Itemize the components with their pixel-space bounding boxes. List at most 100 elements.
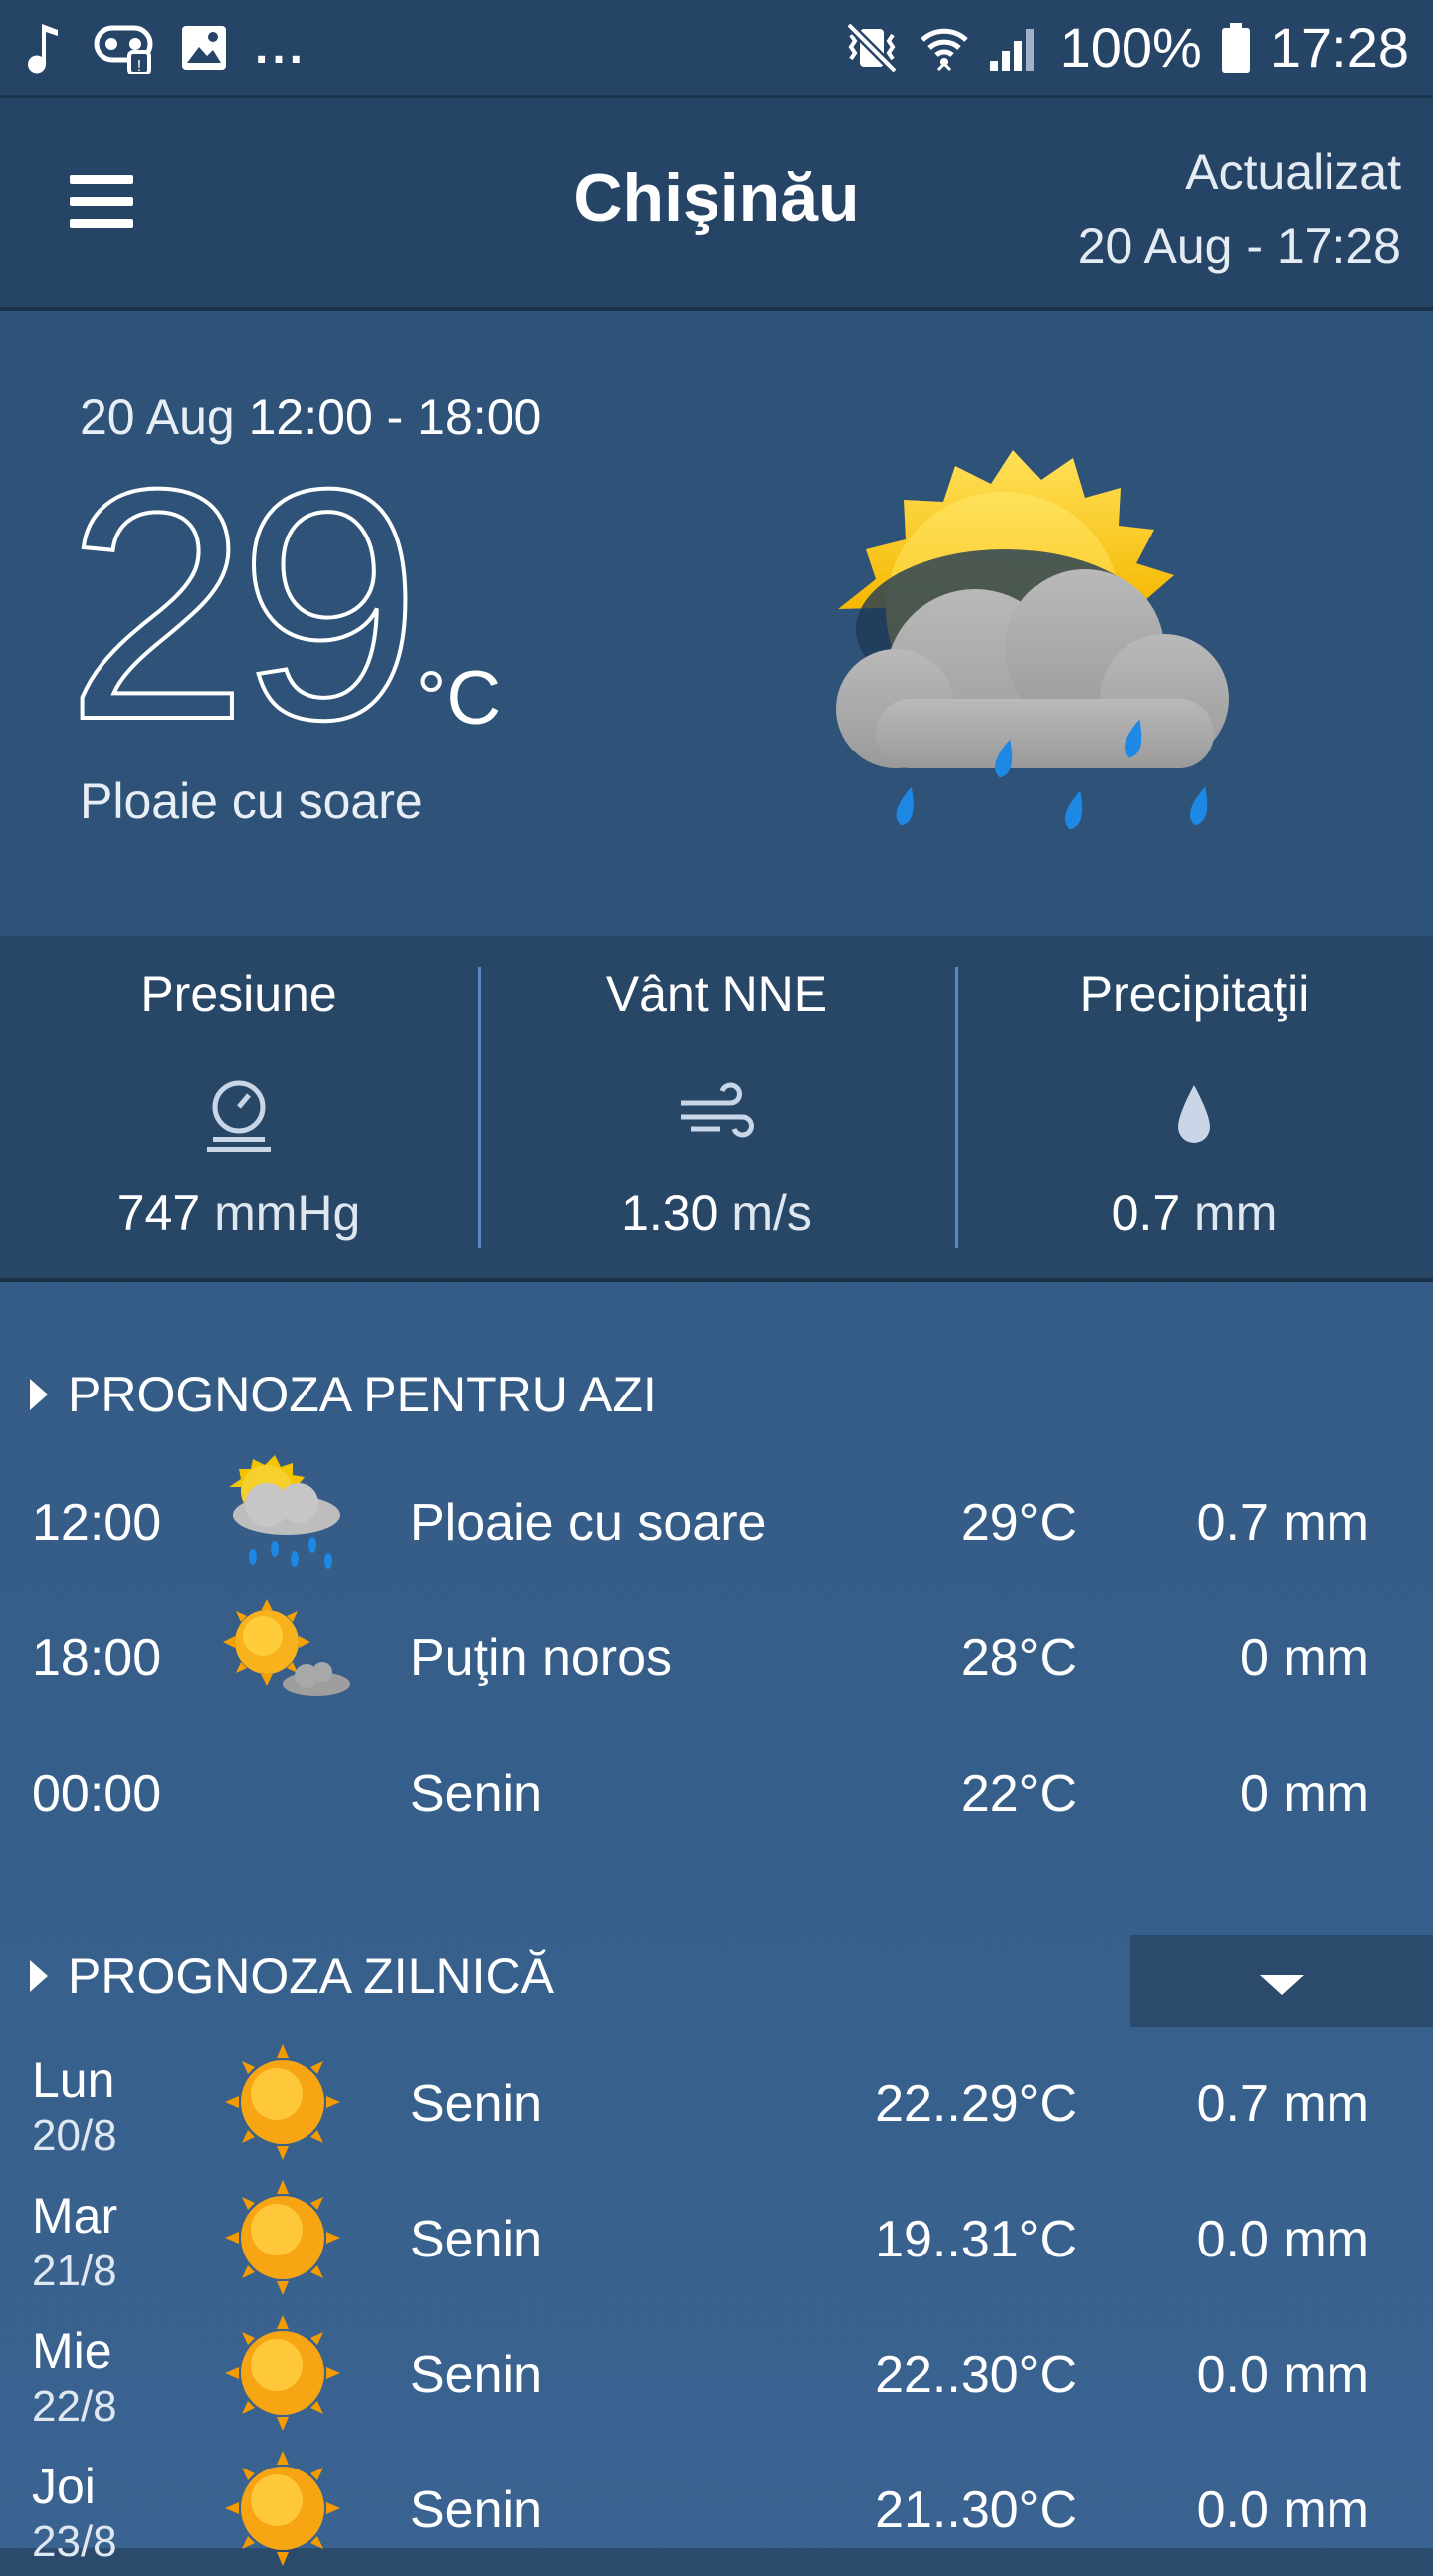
status-bar-right: 100% 17:28 [843,15,1409,80]
day-date: 20/8 [32,2111,117,2160]
app-bar: Chişinău Actualizat 20 Aug - 17:28 [0,98,1433,311]
day-date: 22/8 [32,2382,117,2431]
hour-temperature: 29°C [960,1494,1077,1552]
day-temperature: 22..30°C [875,2346,1077,2404]
stat-label: Precipitaţii [1079,966,1310,1022]
precip-value: 0.7 [1111,1185,1181,1241]
status-bar-left: ! ... [24,20,307,76]
hourly-row[interactable]: 18:00 Puţin noros 28°C 0 mm [0,1589,1433,1724]
sun-cloud-rain-icon [229,1455,340,1569]
day-name: Joi [32,2459,96,2514]
stat-value: 1.30 m/s [478,1184,955,1242]
day-description: Senin [410,2481,542,2539]
section-daily-title: PROGNOZA ZILNICĂ [68,1948,554,2004]
hour-description: Senin [410,1765,542,1823]
daily-row[interactable]: Mie 22/8 Senin 22..30°C 0.0 mm [0,2305,1433,2441]
hour-precipitation: 0 mm [1240,1629,1369,1687]
day-description: Senin [410,2075,542,2133]
weather-stats: Presiune 747 mmHg Vânt NNE 1.30 m/s Prec… [0,936,1433,1282]
day-name: Mar [32,2188,118,2244]
current-temperature: 29 [64,420,423,787]
hour-description: Puţin noros [410,1629,673,1687]
stat-wind: Vânt NNE 1.30 m/s [478,936,955,1278]
hour-time: 00:00 [32,1765,162,1823]
day-description: Senin [410,2346,542,2404]
hour-temperature: 22°C [960,1765,1077,1823]
hour-temperature: 28°C [960,1629,1077,1687]
stat-value: 0.7 mm [955,1184,1433,1242]
sun-icon [225,2315,340,2431]
signal-icon [989,28,1034,71]
battery-icon [1221,22,1250,73]
hour-time: 12:00 [32,1494,162,1552]
pressure-unit: mmHg [214,1185,361,1241]
temperature-unit: °C [416,656,502,741]
updated-label: Actualizat [1185,144,1401,200]
expand-triangle-icon [30,1379,48,1410]
sun-icon [225,2044,340,2160]
image-icon [182,25,226,70]
more-notifications: ... [255,21,307,74]
day-temperature: 19..31°C [875,2211,1077,2268]
day-precipitation: 0.0 mm [1196,2481,1369,2539]
stat-label: Vânt NNE [605,966,828,1022]
collapse-daily-button[interactable] [1130,1935,1433,2027]
section-daily-header[interactable]: PROGNOZA ZILNICĂ [30,1947,554,2005]
drop-icon [1178,1085,1210,1143]
hourly-row[interactable]: 12:00 Ploaie cu soare 29°C 0.7 mm [0,1453,1433,1589]
stat-precipitation: Precipitaţii 0.7 mm [955,936,1433,1278]
status-bar: ! ... 100% 17:28 [0,0,1433,98]
day-name: Mie [32,2323,112,2379]
chevron-down-icon [1260,1975,1304,1995]
day-date: 23/8 [32,2517,117,2566]
daily-row[interactable]: Lun 20/8 Senin 22..29°C 0.7 mm [0,2035,1433,2170]
hourly-row[interactable]: 00:00 Senin 22°C 0 mm [0,1724,1433,1859]
section-today-header[interactable]: PROGNOZA PENTRU AZI [30,1366,657,1423]
daily-row[interactable]: Mar 21/8 Senin 19..31°C 0.0 mm [0,2170,1433,2305]
sun-icon [225,2180,340,2295]
hour-description: Ploaie cu soare [410,1494,767,1552]
music-note-icon [28,23,58,73]
daily-row[interactable]: Joi 23/8 Senin 21..30°C 0.0 mm [0,2441,1433,2576]
day-precipitation: 0.7 mm [1196,2075,1369,2133]
section-today-title: PROGNOZA PENTRU AZI [68,1367,657,1422]
day-cell: Joi 23/8 [32,2459,117,2570]
day-name: Lun [32,2052,115,2108]
day-temperature: 22..29°C [875,2075,1077,2133]
pressure-value: 747 [116,1185,201,1241]
expand-triangle-icon [30,1960,48,1992]
wifi-icon [920,28,968,71]
pressure-gauge-icon [207,1080,271,1152]
precip-unit: mm [1194,1185,1278,1241]
day-description: Senin [410,2211,542,2268]
last-updated: Actualizat 20 Aug - 17:28 [1078,135,1401,283]
day-cell: Mie 22/8 [32,2323,117,2435]
day-temperature: 21..30°C [875,2481,1077,2539]
sun-small-cloud-icon [223,1599,350,1696]
wind-unit: m/s [731,1185,812,1241]
stat-label: Presiune [140,966,337,1022]
voicemail-alert-icon: ! [94,25,153,74]
current-weather: 20 Aug 12:00 - 18:00 29 °C Ploaie cu soa… [0,311,1433,936]
day-date: 21/8 [32,2247,117,2295]
sun-cloud-rain-icon [836,450,1229,830]
day-cell: Lun 20/8 [32,2052,117,2164]
status-time: 17:28 [1269,16,1409,79]
hour-time: 18:00 [32,1629,162,1687]
hour-precipitation: 0.7 mm [1196,1494,1369,1552]
wind-icon [681,1082,754,1138]
current-description: Ploaie cu soare [80,773,423,829]
day-cell: Mar 21/8 [32,2188,117,2299]
sun-icon [225,2451,340,2566]
vibrate-mute-icon [845,21,898,74]
wind-value: 1.30 [621,1185,718,1241]
day-precipitation: 0.0 mm [1196,2346,1369,2404]
stat-value: 747 mmHg [0,1184,478,1242]
day-precipitation: 0.0 mm [1196,2211,1369,2268]
battery-percent: 100% [1059,16,1202,79]
moon-icon [256,1742,308,1842]
hour-precipitation: 0 mm [1240,1765,1369,1823]
svg-text:!: ! [137,58,141,74]
updated-time: 20 Aug - 17:28 [1077,218,1401,274]
stat-pressure: Presiune 747 mmHg [0,936,478,1278]
